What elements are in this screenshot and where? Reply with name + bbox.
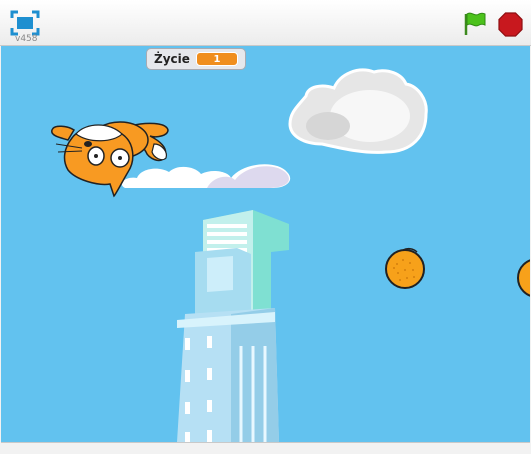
green-flag-button[interactable] <box>462 11 488 37</box>
fullscreen-button[interactable] <box>10 10 40 36</box>
stop-sign-icon <box>498 12 523 37</box>
cloud-large <box>288 68 428 154</box>
orange-partial <box>517 259 530 297</box>
stage-bottom-border <box>0 443 531 454</box>
monitor-label: Życie <box>154 52 190 66</box>
version-label: v458 <box>15 34 38 44</box>
green-flag-icon <box>464 12 486 35</box>
cat-sprite <box>51 121 169 198</box>
stop-button[interactable] <box>498 12 523 37</box>
fullscreen-icon <box>10 10 40 36</box>
orange <box>385 247 425 289</box>
variable-monitor: Życie 1 <box>146 48 246 70</box>
monitor-value: 1 <box>196 52 238 66</box>
skyscraper <box>177 210 289 442</box>
player-toolbar: v458 <box>0 0 531 46</box>
game-stage[interactable] <box>1 46 530 443</box>
